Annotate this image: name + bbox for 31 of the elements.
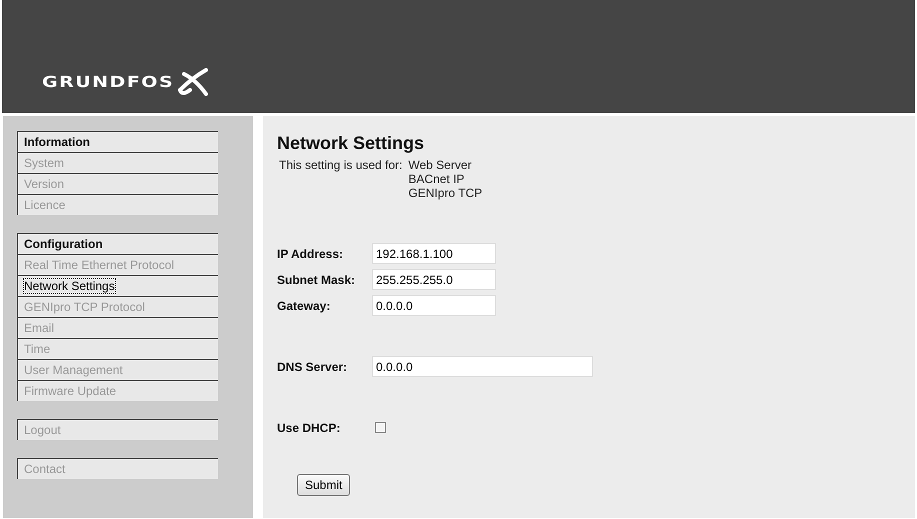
menu-item[interactable]: System	[18, 152, 218, 173]
field-label: Subnet Mask:	[277, 272, 356, 286]
menu-item[interactable]: Licence	[18, 194, 218, 215]
menu-item[interactable]: Email	[18, 317, 218, 338]
checkbox[interactable]	[375, 422, 386, 433]
page-title: Network Settings	[277, 133, 426, 154]
menu-item[interactable]: Version	[18, 173, 218, 194]
logo-text: GRUNDFOS	[42, 73, 174, 91]
input-field[interactable]: 255.255.255.0	[372, 269, 496, 290]
field-label: IP Address:	[277, 246, 344, 260]
menu-heading: Information	[18, 131, 218, 152]
menu-item[interactable]: Time	[18, 338, 218, 359]
service-name: Web Server	[408, 158, 473, 172]
menu-item[interactable]: Real Time Ethernet Protocol	[18, 254, 218, 275]
used-for-label: This setting is used for:	[279, 158, 402, 174]
field-label: DNS Server:	[277, 360, 348, 374]
input-field[interactable]: 0.0.0.0	[372, 356, 593, 377]
menu-item[interactable]: User Management	[18, 359, 218, 380]
field-label: Gateway:	[277, 298, 332, 312]
input-field[interactable]: 0.0.0.0	[372, 295, 496, 316]
menu-item[interactable]: Firmware Update	[18, 380, 218, 401]
service-name: BACnet IP	[408, 172, 466, 186]
menu-heading: Configuration	[18, 233, 218, 254]
field-label: Use DHCP:	[277, 420, 342, 434]
menu-item[interactable]: Network Settings	[18, 275, 218, 296]
service-name: GENIpro TCP	[408, 186, 482, 200]
input-field[interactable]: 192.168.1.100	[372, 243, 496, 264]
submit-button[interactable]: Submit	[297, 474, 350, 496]
menu-item[interactable]: GENIpro TCP Protocol	[18, 296, 218, 317]
menu-item[interactable]: Logout	[18, 419, 218, 440]
menu-item[interactable]: Contact	[18, 458, 218, 479]
